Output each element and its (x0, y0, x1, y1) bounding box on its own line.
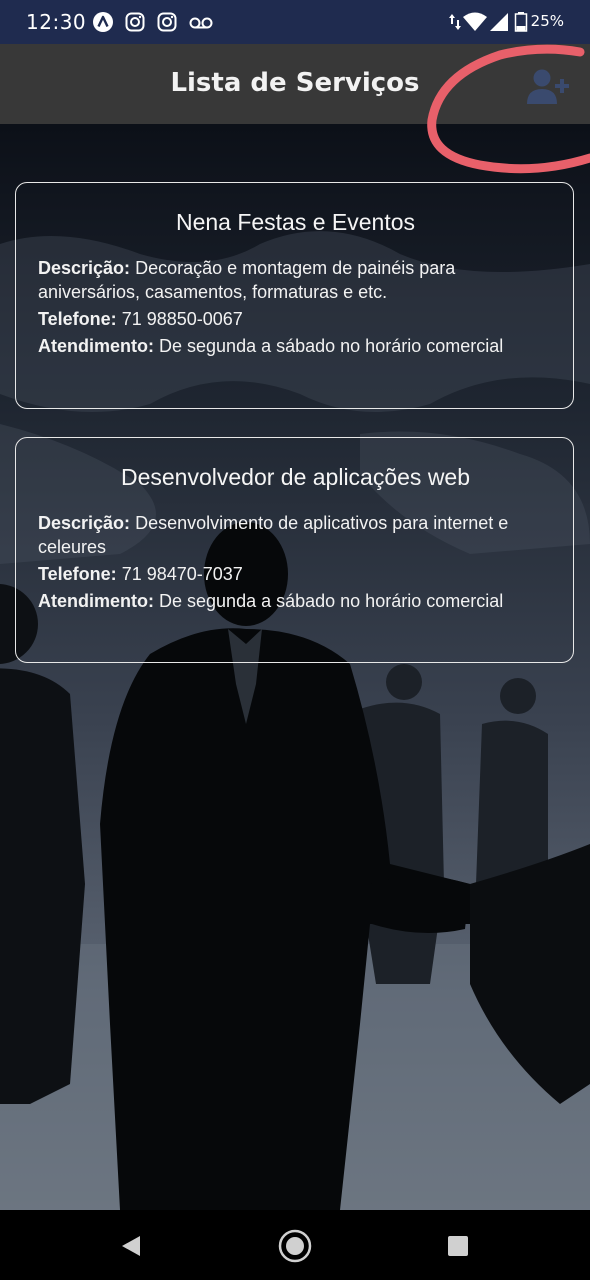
status-time: 12:30 (26, 10, 87, 34)
recents-icon (448, 1236, 468, 1256)
service-description: Descrição: Desenvolvimento de aplicativo… (38, 511, 553, 559)
back-button[interactable] (112, 1228, 148, 1264)
service-card[interactable]: Nena Festas e Eventos Descrição: Decoraç… (15, 182, 574, 409)
navigation-bar (0, 1210, 590, 1280)
service-phone: Telefone: 71 98850-0067 (38, 307, 553, 331)
hours-value: De segunda a sábado no horário comercial (159, 591, 504, 611)
wifi-icon (463, 12, 487, 31)
back-icon (122, 1236, 140, 1256)
phone-label: Telefone: (38, 309, 117, 329)
instagram-icon (125, 12, 145, 32)
phone-value: 71 98850-0067 (121, 309, 243, 329)
battery-percent: 25% (530, 12, 564, 30)
battery-icon (514, 12, 528, 32)
page-title: Lista de Serviços (170, 68, 420, 98)
service-name: Desenvolvedor de aplicações web (120, 464, 471, 490)
hours-label: Atendimento: (38, 336, 154, 356)
add-user-icon (527, 69, 569, 104)
phone-value: 71 98470-7037 (121, 564, 243, 584)
hours-value: De segunda a sábado no horário comercial (159, 336, 504, 356)
data-arrows-icon (449, 14, 461, 30)
service-hours: Atendimento: De segunda a sábado no horá… (38, 589, 553, 613)
service-card[interactable]: Desenvolvedor de aplicações web Descriçã… (15, 437, 574, 663)
hours-label: Atendimento: (38, 591, 154, 611)
service-phone: Telefone: 71 98470-7037 (38, 562, 553, 586)
service-name: Nena Festas e Eventos (175, 209, 416, 235)
home-button[interactable] (277, 1228, 313, 1264)
content-area[interactable]: Nena Festas e Eventos Descrição: Decoraç… (0, 124, 590, 1210)
phone-label: Telefone: (38, 564, 117, 584)
voicemail-icon (189, 17, 213, 29)
service-description: Descrição: Decoração e montagem de painé… (38, 256, 553, 304)
description-label: Descrição: (38, 513, 131, 533)
recents-button[interactable] (440, 1228, 476, 1264)
add-user-button[interactable] (524, 66, 572, 106)
home-icon (278, 1229, 312, 1263)
app-bar: Lista de Serviços (0, 44, 590, 124)
instagram-icon (157, 12, 177, 32)
status-bar: 12:30 25% (0, 0, 590, 44)
description-label: Descrição: (38, 258, 131, 278)
signal-icon (490, 13, 508, 31)
a-circle-icon (93, 12, 113, 32)
service-hours: Atendimento: De segunda a sábado no horá… (38, 334, 553, 358)
